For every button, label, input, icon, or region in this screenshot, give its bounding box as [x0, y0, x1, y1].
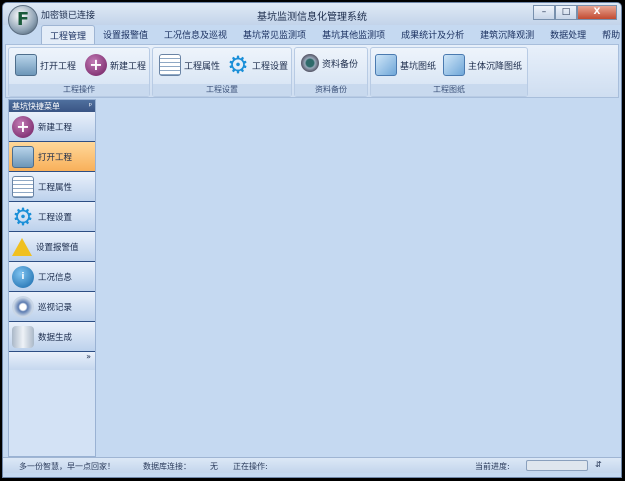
button-label: 工程属性 [184, 61, 221, 72]
pit-drawing-button[interactable]: 基坑图纸 [375, 54, 436, 76]
sidebar-item-label: 设置报警值 [36, 242, 79, 253]
window-title: 基坑监测信息化管理系统 [257, 12, 367, 23]
ribbon: 打开工程 + 新建工程 工程操作 工程属性 ⚙ 工程设置 工程设置 资料备份 资料备… [5, 44, 619, 98]
tab-other-monitoring[interactable]: 基坑其他监测项 [314, 25, 393, 44]
group-project-ops: 打开工程 + 新建工程 工程操作 [8, 47, 150, 97]
sidebar-item-label: 数据生成 [38, 332, 73, 343]
button-label: 资料备份 [322, 59, 359, 70]
tab-conditions-patrol[interactable]: 工况信息及巡视 [156, 25, 235, 44]
sidebar-item-new-project[interactable]: + 新建工程 [9, 112, 95, 142]
gear-icon: ⚙ [227, 51, 249, 79]
progress-bar [526, 460, 588, 471]
db-connection-label: 数据库连接： [143, 462, 191, 471]
button-label: 工程设置 [252, 61, 289, 72]
group-backup: 资料备份 资料备份 [294, 47, 368, 97]
group-drawings: 基坑图纸 主体沉降图纸 工程图纸 [370, 47, 528, 97]
sidebar-item-patrol[interactable]: 巡视记录 [9, 292, 95, 322]
sidebar-item-alarm[interactable]: 设置报警值 [9, 232, 95, 262]
sidebar-item-label: 工程设置 [38, 212, 73, 223]
sidebar-item-label: 新建工程 [38, 122, 73, 133]
sidebar-title: 基坑快捷菜单 [12, 102, 60, 111]
button-label: 主体沉降图纸 [468, 61, 523, 72]
property-list-icon [159, 54, 181, 76]
open-folder-icon [15, 54, 37, 76]
tab-common-monitoring[interactable]: 基坑常见监测项 [235, 25, 314, 44]
status-slogan: 多一份智慧，早一点回家！ [19, 462, 115, 471]
project-properties-button[interactable]: 工程属性 [159, 54, 220, 76]
group-project-settings: 工程属性 ⚙ 工程设置 工程设置 [152, 47, 292, 97]
open-folder-icon [12, 145, 34, 168]
quick-menu-sidebar: 基坑快捷菜单 ᵖ + 新建工程 打开工程 工程属性 ⚙ 工程设置 设置报警值 i 工况信… [8, 99, 96, 457]
progress-label: 当前进度: [475, 462, 510, 471]
app-window: 加密锁已连接 基坑监测信息化管理系统 – □ X F 工程管理 设置报警值 工况… [2, 2, 622, 478]
tab-statistics[interactable]: 成果统计及分析 [393, 25, 472, 44]
settlement-drawing-button[interactable]: 主体沉降图纸 [443, 54, 522, 76]
button-label: 新建工程 [110, 61, 147, 72]
title-bar: 加密锁已连接 基坑监测信息化管理系统 – □ X [3, 3, 621, 25]
maximize-button[interactable]: □ [555, 5, 577, 20]
sidebar-item-label: 巡视记录 [38, 302, 73, 313]
sidebar-item-open-project[interactable]: 打开工程 [9, 142, 95, 172]
group-label: 工程图纸 [371, 84, 527, 96]
minimize-button[interactable]: – [533, 5, 555, 20]
sidebar-more-button[interactable]: » [9, 352, 95, 370]
drawing-icon [375, 54, 397, 76]
app-logo-button[interactable]: F [8, 5, 38, 35]
group-label: 工程操作 [9, 84, 149, 96]
info-icon: i [12, 265, 34, 288]
main-workspace [98, 99, 619, 457]
sidebar-header: 基坑快捷菜单 ᵖ [9, 100, 95, 112]
tab-project-management[interactable]: 工程管理 [41, 25, 96, 44]
project-settings-button[interactable]: ⚙ 工程设置 [227, 51, 289, 79]
tab-help[interactable]: 帮助 [594, 25, 621, 44]
plus-circle-icon: + [85, 54, 107, 76]
sidebar-item-label: 工程属性 [38, 182, 73, 193]
sidebar-item-label: 打开工程 [38, 152, 73, 163]
camera-icon [12, 295, 34, 318]
new-project-button[interactable]: + 新建工程 [85, 54, 146, 76]
button-label: 打开工程 [40, 61, 77, 72]
gear-icon: ⚙ [12, 202, 34, 231]
pin-icon[interactable]: ᵖ [89, 101, 92, 111]
property-list-icon [12, 175, 34, 198]
tab-data-processing[interactable]: 数据处理 [542, 25, 594, 44]
tab-alarm-values[interactable]: 设置报警值 [95, 25, 156, 44]
backup-icon [301, 54, 319, 72]
status-bar: 多一份智慧，早一点回家！ 数据库连接： 无 正在操作: 当前进度: ⇵ [3, 457, 621, 473]
sidebar-item-label: 工况信息 [38, 272, 73, 283]
plus-circle-icon: + [12, 115, 34, 138]
database-icon [12, 325, 34, 348]
sidebar-item-properties[interactable]: 工程属性 [9, 172, 95, 202]
tab-settlement[interactable]: 建筑沉降观测 [472, 25, 542, 44]
group-label: 资料备份 [295, 84, 367, 96]
group-label: 工程设置 [153, 84, 291, 96]
drawing-icon [443, 54, 465, 76]
ribbon-tabs: 工程管理 设置报警值 工况信息及巡视 基坑常见监测项 基坑其他监测项 成果统计及… [41, 25, 621, 44]
open-project-button[interactable]: 打开工程 [15, 54, 76, 76]
db-connection-value: 无 [210, 462, 218, 471]
backup-button[interactable]: 资料备份 [301, 54, 358, 72]
button-label: 基坑图纸 [400, 61, 437, 72]
sidebar-item-settings[interactable]: ⚙ 工程设置 [9, 202, 95, 232]
sidebar-item-conditions[interactable]: i 工况信息 [9, 262, 95, 292]
sidebar-item-data-gen[interactable]: 数据生成 [9, 322, 95, 352]
warning-icon [12, 237, 32, 256]
close-button[interactable]: X [577, 5, 617, 20]
operation-label: 正在操作: [233, 462, 268, 471]
progress-spinner-icon[interactable]: ⇵ [595, 460, 602, 469]
